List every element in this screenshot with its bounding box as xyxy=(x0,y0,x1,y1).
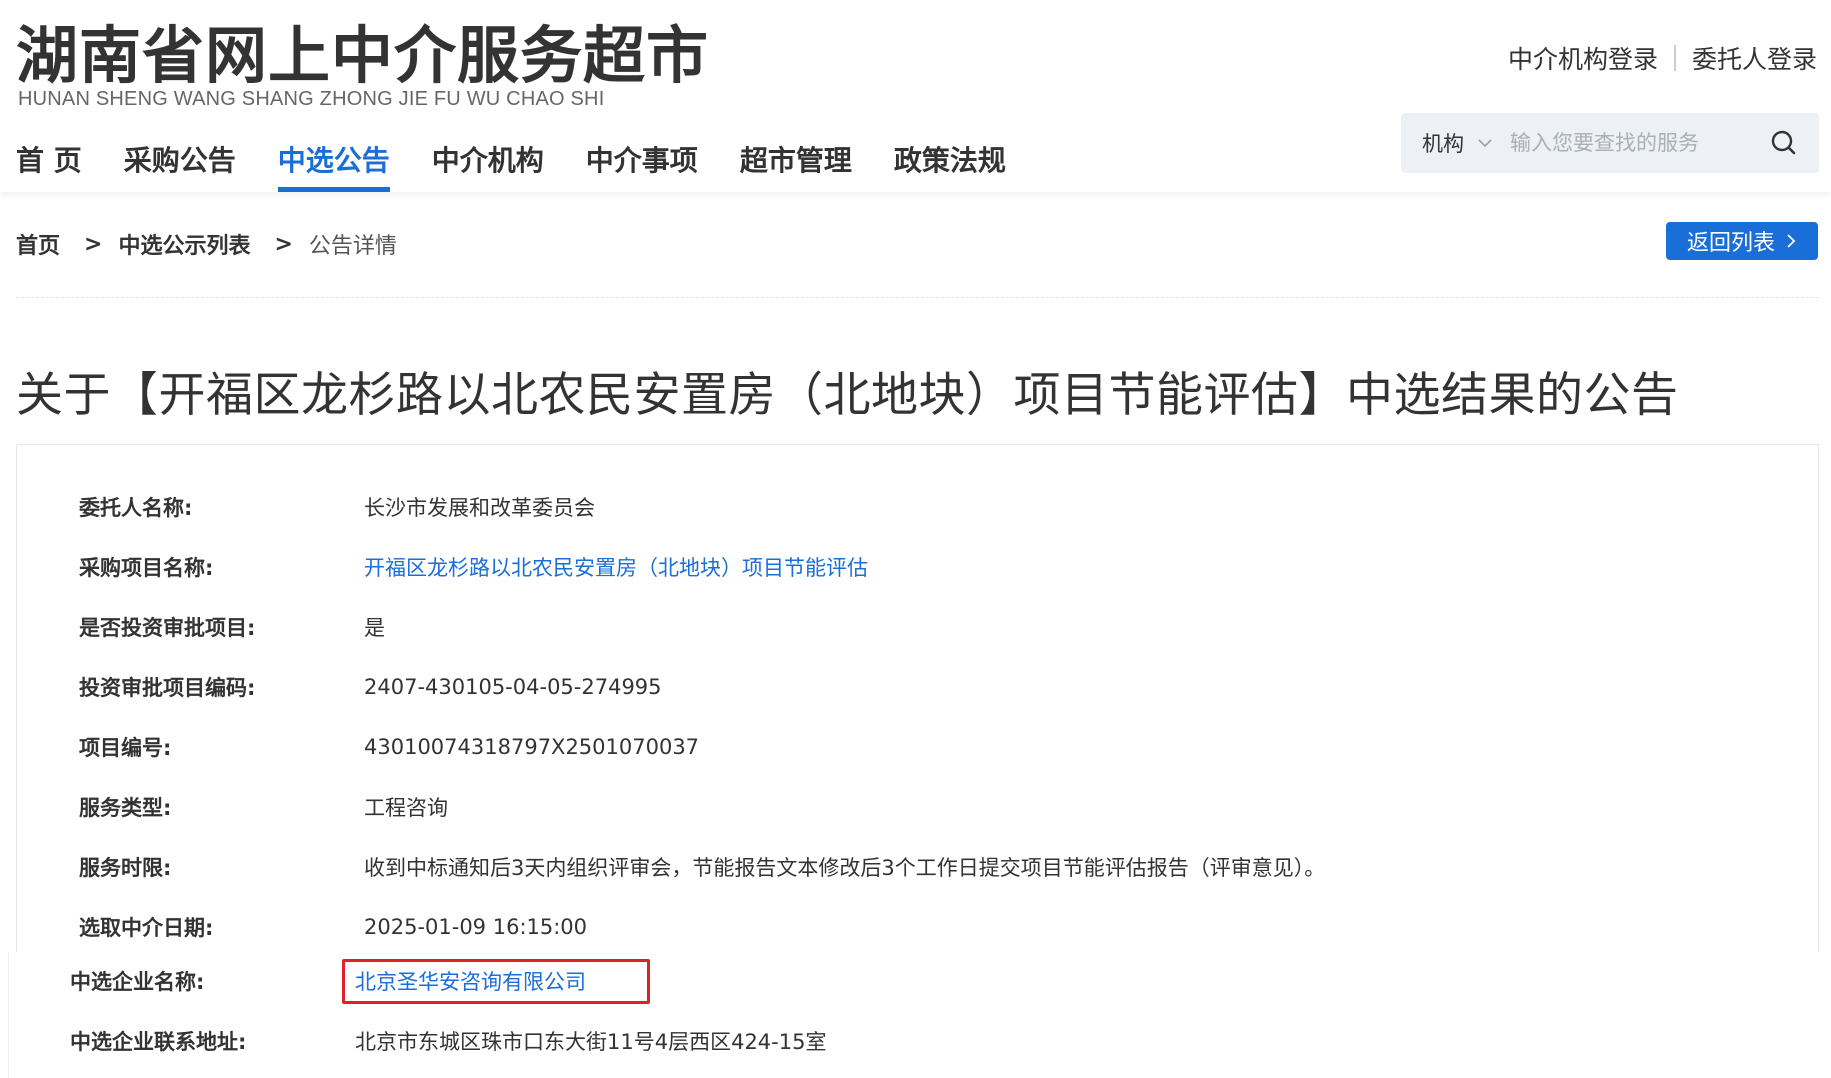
detail-value: 收到中标通知后3天内组织评审会，节能报告文本修改后3个工作日提交项目节能评估报告… xyxy=(364,856,1326,880)
breadcrumb-separator: > xyxy=(274,231,293,257)
breadcrumb-separator: > xyxy=(84,231,103,257)
site-header: 湖南省网上中介服务超市 HUNAN SHENG WANG SHANG ZHONG… xyxy=(0,0,1831,192)
chevron-down-icon[interactable] xyxy=(1474,132,1496,154)
highlight-box xyxy=(342,959,650,1004)
nav-home[interactable]: 首 页 xyxy=(16,140,82,192)
detail-value: 2407-430105-04-05-274995 xyxy=(364,675,662,699)
search-type-select[interactable]: 机构 xyxy=(1422,128,1464,158)
site-logo-subtitle: HUNAN SHENG WANG SHANG ZHONG JIE FU WU C… xyxy=(18,88,605,110)
detail-value: 长沙市发展和改革委员会 xyxy=(364,496,595,520)
nav-policies[interactable]: 政策法规 xyxy=(894,140,1006,192)
nav-market-management[interactable]: 超市管理 xyxy=(740,140,852,192)
detail-label: 中选企业名称: xyxy=(70,970,205,994)
login-divider xyxy=(1673,45,1676,71)
detail-value: 43010074318797X2501070037 xyxy=(364,735,700,759)
detail-label: 投资审批项目编码: xyxy=(79,676,256,700)
client-login-link[interactable]: 委托人登录 xyxy=(1692,40,1817,76)
page-title: 关于【开福区龙杉路以北农民安置房（北地块）项目节能评估】中选结果的公告 xyxy=(16,368,1679,423)
divider xyxy=(16,297,1819,298)
detail-value: 2025-01-09 16:15:00 xyxy=(364,915,588,939)
detail-label: 服务时限: xyxy=(79,856,172,880)
chevron-right-icon xyxy=(1787,234,1796,248)
detail-label: 选取中介日期: xyxy=(79,916,214,940)
breadcrumb-home[interactable]: 首页 xyxy=(16,228,60,260)
project-name-link[interactable]: 开福区龙杉路以北农民安置房（北地块）项目节能评估 xyxy=(364,552,868,582)
agency-login-link[interactable]: 中介机构登录 xyxy=(1508,40,1658,76)
search-icon[interactable] xyxy=(1769,128,1799,158)
nav-selection-notice[interactable]: 中选公告 xyxy=(277,140,390,192)
detail-label: 是否投资审批项目: xyxy=(79,616,256,640)
announcement-details: 委托人名称: 长沙市发展和改革委员会 采购项目名称: 开福区龙杉路以北农民安置房… xyxy=(16,444,1819,954)
detail-value: 工程咨询 xyxy=(364,796,448,820)
login-links: 中介机构登录 委托人登录 xyxy=(1508,40,1817,76)
detail-value: 北京市东城区珠市口东大街11号4层西区424-15室 xyxy=(355,1030,827,1054)
search-input[interactable] xyxy=(1510,131,1740,155)
detail-label: 采购项目名称: xyxy=(79,556,214,580)
winner-details: 中选企业名称: 北京圣华安咨询有限公司 中选企业联系地址: 北京市东城区珠市口东… xyxy=(8,952,1831,1078)
nav-agencies[interactable]: 中介机构 xyxy=(432,140,544,192)
detail-label: 项目编号: xyxy=(79,736,172,760)
back-to-list-label: 返回列表 xyxy=(1686,231,1775,256)
detail-label: 服务类型: xyxy=(79,796,172,820)
main-nav: 首 页 采购公告 中选公告 中介机构 中介事项 超市管理 政策法规 xyxy=(16,140,1048,192)
search-bar: 机构 xyxy=(1401,113,1819,173)
detail-label: 中选企业联系地址: xyxy=(70,1030,247,1054)
site-logo-title[interactable]: 湖南省网上中介服务超市 xyxy=(16,14,709,98)
breadcrumb-selection-list[interactable]: 中选公示列表 xyxy=(118,228,250,260)
breadcrumb-current: 公告详情 xyxy=(308,234,397,259)
breadcrumb: 首页 > 中选公示列表 > 公告详情 xyxy=(16,228,397,260)
detail-label: 委托人名称: xyxy=(79,496,193,520)
nav-agency-matters[interactable]: 中介事项 xyxy=(586,140,698,192)
back-to-list-button[interactable]: 返回列表 xyxy=(1666,222,1818,260)
detail-value: 是 xyxy=(364,616,385,640)
nav-procurement-notice[interactable]: 采购公告 xyxy=(124,140,236,192)
